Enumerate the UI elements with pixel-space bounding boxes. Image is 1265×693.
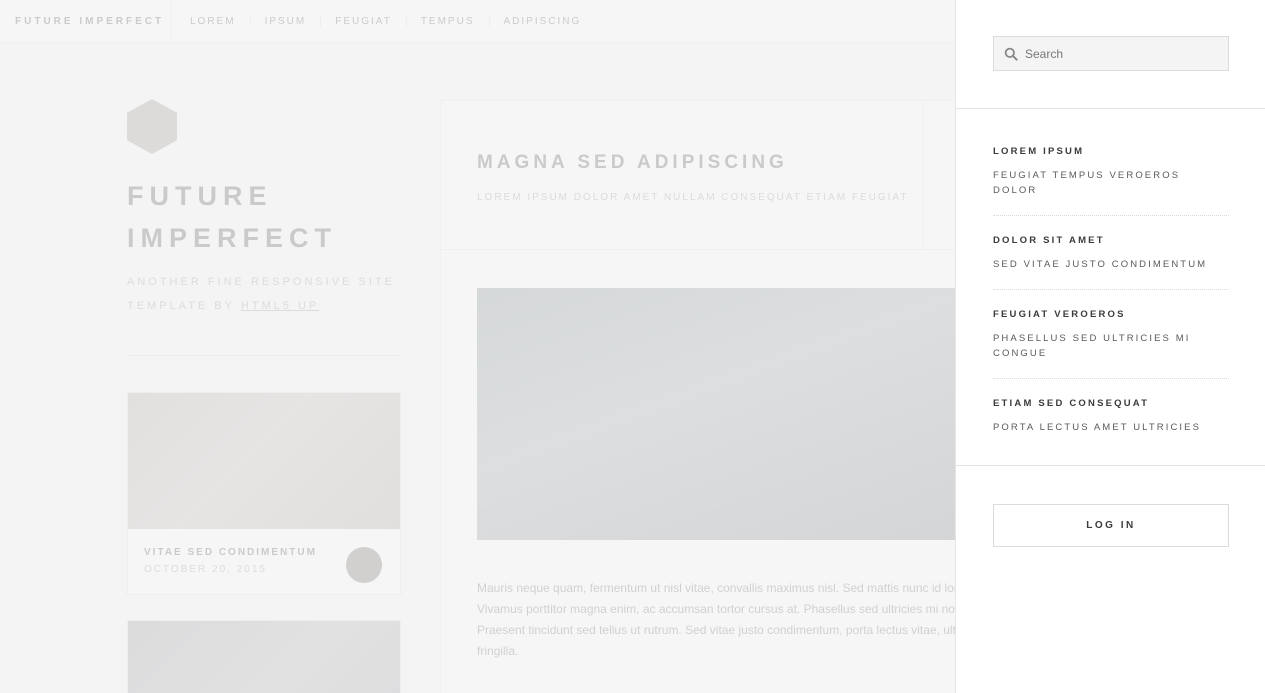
- logo-hexagon[interactable]: [127, 99, 177, 154]
- menu-link-title: FEUGIAT VEROEROS: [993, 309, 1126, 320]
- menu-link-lorem-ipsum[interactable]: LOREM IPSUM FEUGIAT TEMPUS VEROEROS DOLO…: [993, 145, 1229, 216]
- post-body: Mauris neque quam, fermentum ut nisl vit…: [477, 581, 984, 658]
- menu-link-feugiat-veroeros[interactable]: FEUGIAT VEROEROS PHASELLUS SED ULTRICIES…: [993, 308, 1229, 379]
- post-subtitle: LOREM IPSUM DOLOR AMET NULLAM CONSEQUAT …: [477, 192, 909, 203]
- nav-item-ipsum[interactable]: IPSUM: [249, 16, 321, 27]
- nav-item-adipiscing[interactable]: ADIPISCING: [488, 16, 596, 27]
- menu-divider: [956, 465, 1265, 466]
- post-title[interactable]: MAGNA SED ADIPISCING: [477, 152, 788, 174]
- menu-link-description: FEUGIAT TEMPUS VEROEROS DOLOR: [993, 170, 1181, 196]
- mini-post-image[interactable]: [128, 621, 400, 693]
- menu-link-title: DOLOR SIT AMET: [993, 235, 1105, 246]
- main-nav: LOREM IPSUM FEUGIAT TEMPUS ADIPISCING: [190, 16, 595, 27]
- menu-link-description: PHASELLUS SED ULTRICIES MI CONGUE: [993, 333, 1191, 359]
- mini-post-date: OCTOBER 20, 2015: [144, 564, 267, 575]
- site-title: FUTURE IMPERFECT: [127, 181, 338, 253]
- sidebar-divider: [127, 355, 400, 356]
- nav-item-lorem[interactable]: LOREM: [190, 16, 250, 27]
- menu-link-description: SED VITAE JUSTO CONDIMENTUM: [993, 259, 1208, 270]
- brand-link[interactable]: FUTURE IMPERFECT: [15, 16, 164, 27]
- author-avatar[interactable]: [346, 547, 382, 583]
- html5-up-link[interactable]: HTML5 UP: [241, 300, 319, 312]
- log-in-button[interactable]: LOG IN: [993, 504, 1229, 547]
- search-input[interactable]: [1025, 37, 1225, 70]
- menu-divider: [956, 108, 1265, 109]
- brand-divider: [171, 0, 172, 43]
- post-header-divider: [923, 101, 924, 250]
- site-subtitle: ANOTHER FINE RESPONSIVE SITE TEMPLATE BY…: [127, 270, 397, 318]
- menu-link-etiam-sed-consequat[interactable]: ETIAM SED CONSEQUAT PORTA LECTUS AMET UL…: [993, 397, 1229, 452]
- side-menu-panel: LOREM IPSUM FEUGIAT TEMPUS VEROEROS DOLO…: [955, 0, 1265, 693]
- menu-link-description: PORTA LECTUS AMET ULTRICIES: [993, 422, 1202, 433]
- mini-post[interactable]: [127, 620, 401, 693]
- menu-link-dolor-sit-amet[interactable]: DOLOR SIT AMET SED VITAE JUSTO CONDIMENT…: [993, 234, 1229, 290]
- menu-links: LOREM IPSUM FEUGIAT TEMPUS VEROEROS DOLO…: [993, 145, 1229, 452]
- nav-item-tempus[interactable]: TEMPUS: [405, 16, 489, 27]
- menu-link-title: ETIAM SED CONSEQUAT: [993, 398, 1150, 409]
- search-box: [993, 36, 1229, 71]
- mini-post-image[interactable]: [128, 393, 400, 529]
- mini-post[interactable]: VITAE SED CONDIMENTUM OCTOBER 20, 2015: [127, 392, 401, 595]
- search-icon: [1004, 47, 1018, 61]
- post-image[interactable]: [477, 288, 1037, 540]
- mini-post-title[interactable]: VITAE SED CONDIMENTUM: [144, 547, 317, 558]
- nav-item-feugiat[interactable]: FEUGIAT: [320, 16, 406, 27]
- menu-link-title: LOREM IPSUM: [993, 146, 1085, 157]
